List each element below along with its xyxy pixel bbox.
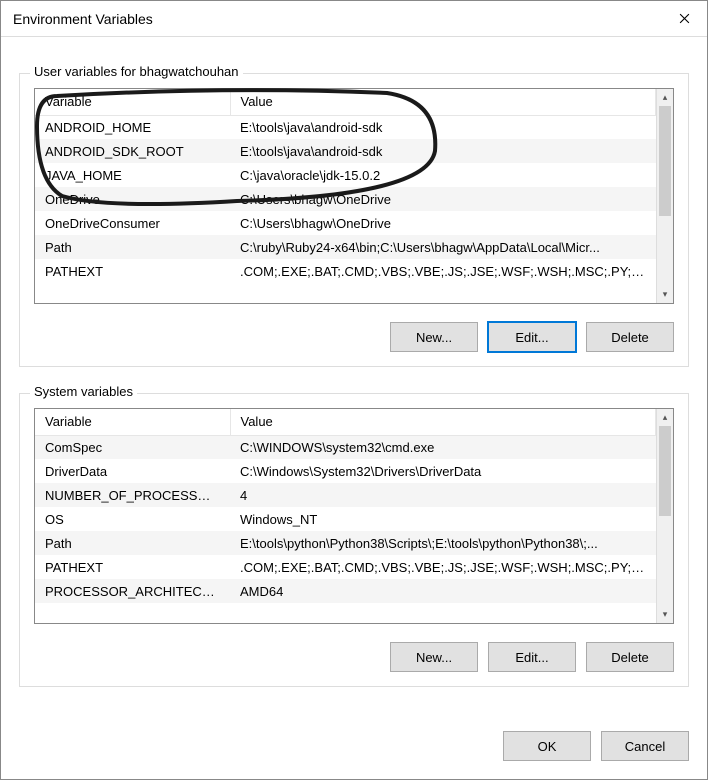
- environment-variables-dialog: Environment Variables User variables for…: [0, 0, 708, 780]
- user-variables-group: User variables for bhagwatchouhan Variab…: [19, 73, 689, 367]
- dialog-buttons: OK Cancel: [503, 731, 689, 761]
- table-row[interactable]: ComSpecC:\WINDOWS\system32\cmd.exe: [35, 435, 656, 459]
- scroll-down-icon[interactable]: ▾: [657, 286, 673, 303]
- table-row[interactable]: OSWindows_NT: [35, 507, 656, 531]
- table-row[interactable]: PathE:\tools\python\Python38\Scripts\;E:…: [35, 531, 656, 555]
- titlebar: Environment Variables: [1, 1, 707, 37]
- system-new-button[interactable]: New...: [390, 642, 478, 672]
- col-header-value[interactable]: Value: [230, 409, 656, 435]
- table-row[interactable]: ANDROID_HOMEE:\tools\java\android-sdk: [35, 115, 656, 139]
- system-variables-group: System variables Variable Value ComSpecC…: [19, 393, 689, 687]
- user-new-button[interactable]: New...: [390, 322, 478, 352]
- close-button[interactable]: [661, 1, 707, 37]
- user-delete-button[interactable]: Delete: [586, 322, 674, 352]
- user-variables-label: User variables for bhagwatchouhan: [30, 64, 243, 79]
- scroll-up-icon[interactable]: ▴: [657, 89, 673, 106]
- scroll-thumb[interactable]: [659, 106, 671, 216]
- table-row[interactable]: PATHEXT.COM;.EXE;.BAT;.CMD;.VBS;.VBE;.JS…: [35, 555, 656, 579]
- table-row[interactable]: OneDriveConsumerC:\Users\bhagw\OneDrive: [35, 211, 656, 235]
- table-row[interactable]: JAVA_HOMEC:\java\oracle\jdk-15.0.2: [35, 163, 656, 187]
- close-icon: [679, 13, 690, 24]
- table-row[interactable]: DriverDataC:\Windows\System32\Drivers\Dr…: [35, 459, 656, 483]
- system-delete-button[interactable]: Delete: [586, 642, 674, 672]
- user-buttons-row: New... Edit... Delete: [34, 322, 674, 352]
- table-row[interactable]: PathC:\ruby\Ruby24-x64\bin;C:\Users\bhag…: [35, 235, 656, 259]
- col-header-variable[interactable]: Variable: [35, 89, 230, 115]
- table-row[interactable]: PATHEXT.COM;.EXE;.BAT;.CMD;.VBS;.VBE;.JS…: [35, 259, 656, 283]
- system-edit-button[interactable]: Edit...: [488, 642, 576, 672]
- user-edit-button[interactable]: Edit...: [488, 322, 576, 352]
- user-variables-table[interactable]: Variable Value ANDROID_HOMEE:\tools\java…: [34, 88, 674, 304]
- system-variables-label: System variables: [30, 384, 137, 399]
- table-row[interactable]: ANDROID_SDK_ROOTE:\tools\java\android-sd…: [35, 139, 656, 163]
- system-buttons-row: New... Edit... Delete: [34, 642, 674, 672]
- dialog-title: Environment Variables: [13, 11, 153, 27]
- scroll-down-icon[interactable]: ▾: [657, 606, 673, 623]
- table-row[interactable]: PROCESSOR_ARCHITECTU...AMD64: [35, 579, 656, 603]
- table-row[interactable]: NUMBER_OF_PROCESSORS4: [35, 483, 656, 507]
- system-variables-table[interactable]: Variable Value ComSpecC:\WINDOWS\system3…: [34, 408, 674, 624]
- scrollbar[interactable]: ▴ ▾: [656, 409, 673, 623]
- col-header-value[interactable]: Value: [230, 89, 656, 115]
- ok-button[interactable]: OK: [503, 731, 591, 761]
- scrollbar[interactable]: ▴ ▾: [656, 89, 673, 303]
- cancel-button[interactable]: Cancel: [601, 731, 689, 761]
- scroll-thumb[interactable]: [659, 426, 671, 516]
- table-row[interactable]: OneDriveC:\Users\bhagw\OneDrive: [35, 187, 656, 211]
- col-header-variable[interactable]: Variable: [35, 409, 230, 435]
- scroll-up-icon[interactable]: ▴: [657, 409, 673, 426]
